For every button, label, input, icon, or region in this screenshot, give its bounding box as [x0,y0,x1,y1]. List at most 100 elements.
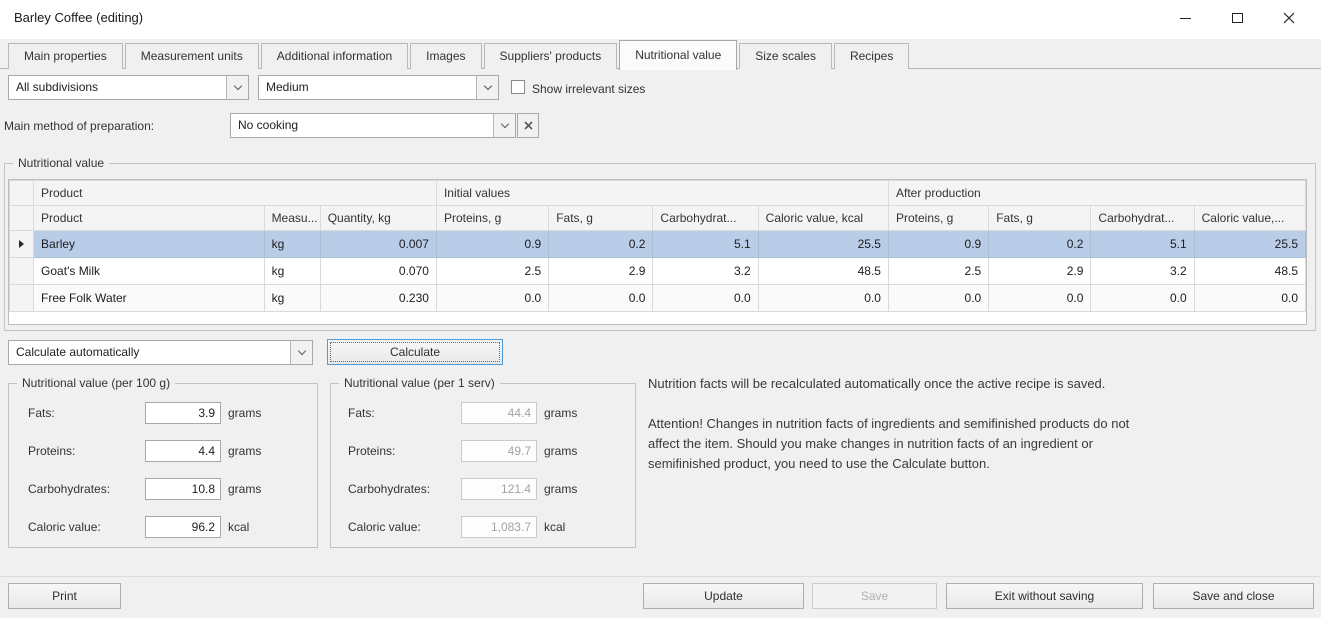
cell-fats-after[interactable]: 0.2 [989,231,1091,258]
indicator-header [10,206,34,231]
band-product[interactable]: Product [34,181,437,206]
carbs-per-serv-input [461,478,537,500]
cell-caloric-initial[interactable]: 48.5 [758,258,888,285]
maximize-icon [1232,13,1243,23]
nutritional-value-group-title: Nutritional value [13,156,109,170]
cell-proteins-initial[interactable]: 0.0 [436,285,548,312]
row-indicator [10,231,34,258]
subdivision-select[interactable]: All subdivisions [8,75,249,100]
col-proteins-after[interactable]: Proteins, g [888,206,988,231]
cell-carbs-after[interactable]: 5.1 [1091,231,1194,258]
band-after-production[interactable]: After production [888,181,1305,206]
tab-main-properties[interactable]: Main properties [8,43,123,69]
calculation-mode-dropdown-button[interactable] [290,341,312,364]
tab-additional-information[interactable]: Additional information [261,43,408,69]
fats-per-serv-input [461,402,537,424]
col-fats-initial[interactable]: Fats, g [549,206,653,231]
indicator-header [10,181,34,206]
cell-caloric-initial[interactable]: 0.0 [758,285,888,312]
ingredients-grid[interactable]: Product Initial values After production … [8,179,1307,325]
col-carbs-after[interactable]: Carbohydrat... [1091,206,1194,231]
minimize-button[interactable] [1159,0,1211,36]
tab-images[interactable]: Images [410,43,481,69]
size-select[interactable]: Medium [258,75,499,100]
cell-fats-initial[interactable]: 0.0 [549,285,653,312]
proteins-per100-label: Proteins: [28,444,75,458]
preparation-method-value: No cooking [231,114,493,137]
band-initial-values[interactable]: Initial values [436,181,888,206]
maximize-button[interactable] [1211,0,1263,36]
cell-quantity[interactable]: 0.007 [320,231,436,258]
cell-product[interactable]: Goat's Milk [34,258,265,285]
cell-measure[interactable]: kg [264,258,320,285]
carbs-per100-input[interactable] [145,478,221,500]
chevron-down-icon [500,120,508,128]
cell-caloric-after[interactable]: 25.5 [1194,231,1305,258]
cell-proteins-initial[interactable]: 2.5 [436,258,548,285]
print-button[interactable]: Print [8,583,121,609]
preparation-method-select[interactable]: No cooking [230,113,516,138]
cell-product[interactable]: Barley [34,231,265,258]
cell-measure[interactable]: kg [264,231,320,258]
title-bar: Barley Coffee (editing) [0,0,1321,39]
cell-carbs-initial[interactable]: 0.0 [653,285,758,312]
tab-size-scales[interactable]: Size scales [739,43,832,69]
tab-suppliers-products[interactable]: Suppliers' products [484,43,618,69]
proteins-per100-input[interactable] [145,440,221,462]
save-and-close-button[interactable]: Save and close [1153,583,1314,609]
cell-carbs-initial[interactable]: 5.1 [653,231,758,258]
col-quantity[interactable]: Quantity, kg [320,206,436,231]
proteins-per-serv-unit: grams [544,444,577,458]
calculation-mode-select[interactable]: Calculate automatically [8,340,313,365]
cell-fats-initial[interactable]: 2.9 [549,258,653,285]
fats-per100-input[interactable] [145,402,221,424]
col-proteins-initial[interactable]: Proteins, g [436,206,548,231]
close-button[interactable] [1263,0,1315,36]
caloric-per100-input[interactable] [145,516,221,538]
cell-caloric-after[interactable]: 0.0 [1194,285,1305,312]
exit-without-saving-button[interactable]: Exit without saving [946,583,1143,609]
tab-recipes[interactable]: Recipes [834,43,909,69]
show-irrelevant-sizes-checkbox[interactable] [511,80,525,94]
table-row[interactable]: Barley kg 0.007 0.9 0.2 5.1 25.5 0.9 0.2… [10,231,1306,258]
calculate-button[interactable]: Calculate [327,339,503,365]
cell-proteins-after[interactable]: 0.0 [888,285,988,312]
cell-proteins-after[interactable]: 0.9 [888,231,988,258]
note-recalc: Nutrition facts will be recalculated aut… [648,374,1156,394]
col-product[interactable]: Product [34,206,265,231]
cell-carbs-after[interactable]: 3.2 [1091,258,1194,285]
col-fats-after[interactable]: Fats, g [989,206,1091,231]
cell-caloric-after[interactable]: 48.5 [1194,258,1305,285]
cell-fats-initial[interactable]: 0.2 [549,231,653,258]
preparation-clear-button[interactable] [517,113,539,138]
table-row[interactable]: Goat's Milk kg 0.070 2.5 2.9 3.2 48.5 2.… [10,258,1306,285]
window-title: Barley Coffee (editing) [14,10,143,25]
cell-product[interactable]: Free Folk Water [34,285,265,312]
tab-measurement-units[interactable]: Measurement units [125,43,259,69]
table-row[interactable]: Free Folk Water kg 0.230 0.0 0.0 0.0 0.0… [10,285,1306,312]
col-caloric-initial[interactable]: Caloric value, kcal [758,206,888,231]
cell-quantity[interactable]: 0.070 [320,258,436,285]
tab-nutritional-value[interactable]: Nutritional value [619,40,737,70]
proteins-per-serv-input [461,440,537,462]
cell-proteins-after[interactable]: 2.5 [888,258,988,285]
save-button: Save [812,583,937,609]
cell-proteins-initial[interactable]: 0.9 [436,231,548,258]
cell-fats-after[interactable]: 2.9 [989,258,1091,285]
subdivision-dropdown-button[interactable] [226,76,248,99]
size-dropdown-button[interactable] [476,76,498,99]
cell-carbs-initial[interactable]: 3.2 [653,258,758,285]
cell-fats-after[interactable]: 0.0 [989,285,1091,312]
preparation-dropdown-button[interactable] [493,114,515,137]
col-caloric-after[interactable]: Caloric value,... [1194,206,1305,231]
row-indicator [10,285,34,312]
cell-caloric-initial[interactable]: 25.5 [758,231,888,258]
update-button[interactable]: Update [643,583,804,609]
col-measure[interactable]: Measu... [264,206,320,231]
tab-strip: Main properties Measurement units Additi… [8,39,911,69]
clear-x-icon [524,121,533,130]
cell-measure[interactable]: kg [264,285,320,312]
cell-carbs-after[interactable]: 0.0 [1091,285,1194,312]
col-carbs-initial[interactable]: Carbohydrat... [653,206,758,231]
cell-quantity[interactable]: 0.230 [320,285,436,312]
